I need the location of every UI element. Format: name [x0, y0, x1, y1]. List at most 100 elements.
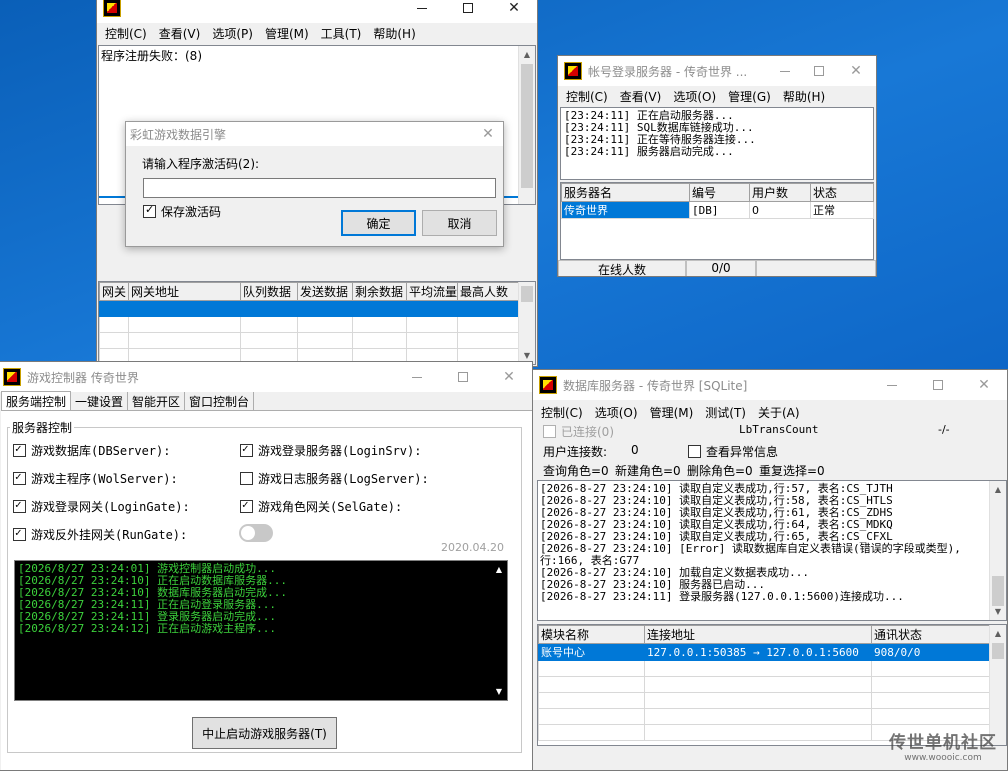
version-label: 2020.04.20 [441, 541, 504, 554]
table-row[interactable] [538, 692, 991, 709]
toggle-knob [241, 526, 255, 540]
minimize-button[interactable] [869, 370, 915, 400]
minimize-button[interactable] [399, 0, 445, 23]
col-gate-address[interactable]: 网关地址 [128, 282, 241, 301]
col-number[interactable]: 编号 [689, 183, 750, 202]
toggle-switch[interactable] [239, 524, 273, 542]
user-connections-label: 用户连接数: [543, 445, 608, 459]
cancel-button[interactable]: 取消 [422, 210, 497, 236]
col-module-name[interactable]: 模块名称 [538, 625, 645, 644]
col-remaining[interactable]: 剩余数据 [352, 282, 407, 301]
module-table-scrollbar[interactable]: ▲ [989, 625, 1006, 745]
menu-help[interactable]: 帮助(H) [367, 25, 421, 42]
ok-button[interactable]: 确定 [341, 210, 416, 236]
col-sent[interactable]: 发送数据 [297, 282, 353, 301]
menu-about[interactable]: 关于(A) [752, 404, 806, 421]
scroll-up-icon[interactable]: ▲ [519, 46, 535, 63]
menu-options[interactable]: 选项(O) [667, 88, 722, 105]
tab-one-click-setup[interactable]: 一键设置 [71, 392, 129, 411]
table-row[interactable] [538, 708, 991, 725]
table-row[interactable] [538, 676, 991, 693]
menu-help[interactable]: 帮助(H) [777, 88, 831, 105]
gate-table-scrollbar[interactable]: ▼ [518, 282, 535, 364]
game-titlebar[interactable]: 游戏控制器 传奇世界 ✕ [0, 362, 532, 392]
menu-tools[interactable]: 工具(T) [315, 25, 368, 42]
col-avg-traffic[interactable]: 平均流量 [406, 282, 458, 301]
maximize-button[interactable] [440, 362, 486, 392]
table-row[interactable] [99, 332, 521, 349]
menu-view[interactable]: 查看(V) [153, 25, 207, 42]
log-line: [23:24:11] 服务器启动完成... [564, 145, 734, 158]
col-user-count[interactable]: 用户数 [749, 183, 811, 202]
maximize-button[interactable] [915, 370, 961, 400]
minimize-button[interactable] [768, 56, 802, 86]
table-row[interactable]: 账号中心 127.0.0.1:50385 → 127.0.0.1:5600 90… [538, 643, 991, 661]
col-status[interactable]: 状态 [810, 183, 874, 202]
table-row[interactable] [538, 660, 991, 677]
scroll-down-icon[interactable]: ▼ [491, 687, 507, 696]
game-log-scrollbar[interactable]: ▲ ▼ [491, 561, 507, 700]
minimize-button[interactable] [394, 362, 440, 392]
menu-control[interactable]: 控制(C) [535, 404, 589, 421]
logingate-checkbox[interactable]: 游戏登录网关(LoginGate): [13, 498, 190, 515]
table-row[interactable] [99, 316, 521, 333]
maximize-button[interactable] [802, 56, 836, 86]
checkbox-icon [240, 472, 253, 485]
col-connection-address[interactable]: 连接地址 [644, 625, 872, 644]
logserver-checkbox[interactable]: 游戏日志服务器(LogServer): [240, 470, 429, 487]
menu-control[interactable]: 控制(C) [560, 88, 614, 105]
loginsrv-checkbox[interactable]: 游戏登录服务器(LoginSrv): [240, 442, 421, 459]
menu-view[interactable]: 查看(V) [614, 88, 668, 105]
gate-log-scrollbar[interactable]: ▲ [518, 46, 535, 204]
checkbox-icon [688, 445, 701, 458]
col-comm-status[interactable]: 通讯状态 [871, 625, 991, 644]
tab-smart-open[interactable]: 智能开区 [128, 392, 186, 411]
selgate-checkbox[interactable]: 游戏角色网关(SelGate): [240, 498, 402, 515]
scroll-up-icon[interactable]: ▲ [491, 565, 507, 574]
scroll-up-icon[interactable]: ▲ [990, 481, 1006, 498]
scroll-down-icon[interactable]: ▼ [990, 603, 1006, 620]
tab-server-control[interactable]: 服务端控制 [1, 391, 72, 411]
watermark-logo: 传世单机社区 www.woooic.com [882, 728, 1004, 768]
dialog-prompt: 请输入程序激活码(2): [142, 157, 260, 171]
close-button[interactable]: ✕ [486, 362, 532, 392]
menu-options[interactable]: 选项(P) [206, 25, 259, 42]
col-gate[interactable]: 网关 [99, 282, 129, 301]
col-max-users[interactable]: 最高人数 [457, 282, 521, 301]
dbserver-checkbox[interactable]: 游戏数据库(DBServer): [13, 442, 170, 459]
scroll-up-icon[interactable]: ▲ [990, 625, 1006, 642]
user-connections-value: 0 [631, 443, 639, 457]
menu-manage[interactable]: 管理(M) [259, 25, 315, 42]
col-queue[interactable]: 队列数据 [240, 282, 298, 301]
close-button[interactable]: ✕ [961, 370, 1007, 400]
maximize-button[interactable] [445, 0, 491, 23]
activation-code-input[interactable] [143, 178, 496, 198]
menu-control[interactable]: 控制(C) [99, 25, 153, 42]
menu-manage[interactable]: 管理(G) [722, 88, 777, 105]
server-table-header: 服务器名 编号 用户数 状态 [561, 183, 874, 202]
stop-server-button[interactable]: 中止启动游戏服务器(T) [192, 717, 337, 749]
view-errors-checkbox[interactable]: 查看异常信息 [688, 443, 778, 460]
table-row[interactable] [99, 300, 521, 317]
menu-test[interactable]: 测试(T) [699, 404, 752, 421]
game-tabs: 服务端控制 一键设置 智能开区 窗口控制台 [1, 391, 255, 411]
wolserver-checkbox[interactable]: 游戏主程序(WolServer): [13, 470, 178, 487]
close-button[interactable]: ✕ [836, 56, 876, 86]
menu-options[interactable]: 选项(O) [589, 404, 644, 421]
rungate-label: 游戏反外挂网关(RunGate): [31, 528, 188, 542]
rungate-checkbox[interactable]: 游戏反外挂网关(RunGate): [13, 526, 187, 543]
tab-window-console[interactable]: 窗口控制台 [185, 392, 255, 411]
menu-manage[interactable]: 管理(M) [644, 404, 700, 421]
account-titlebar[interactable]: 帐号登录服务器 - 传奇世界 ... ✕ [558, 56, 876, 86]
db-log-scrollbar[interactable]: ▲ ▼ [989, 481, 1006, 620]
db-titlebar[interactable]: 数据库服务器 - 传奇世界 [SQLite] ✕ [533, 370, 1007, 400]
gate-titlebar[interactable]: ✕ [97, 0, 537, 23]
dialog-close-button[interactable]: ✕ [473, 122, 503, 146]
save-code-checkbox[interactable]: 保存激活码 [143, 203, 221, 220]
module-name-cell: 账号中心 [538, 643, 645, 661]
close-button[interactable]: ✕ [491, 0, 537, 23]
dialog-titlebar[interactable]: 彩虹游戏数据引擎 ✕ [126, 122, 503, 146]
loginsrv-label: 游戏登录服务器(LoginSrv): [258, 444, 422, 458]
table-row[interactable]: 传奇世界 [DB] 0 正常 [561, 201, 874, 219]
col-server-name[interactable]: 服务器名 [561, 183, 690, 202]
